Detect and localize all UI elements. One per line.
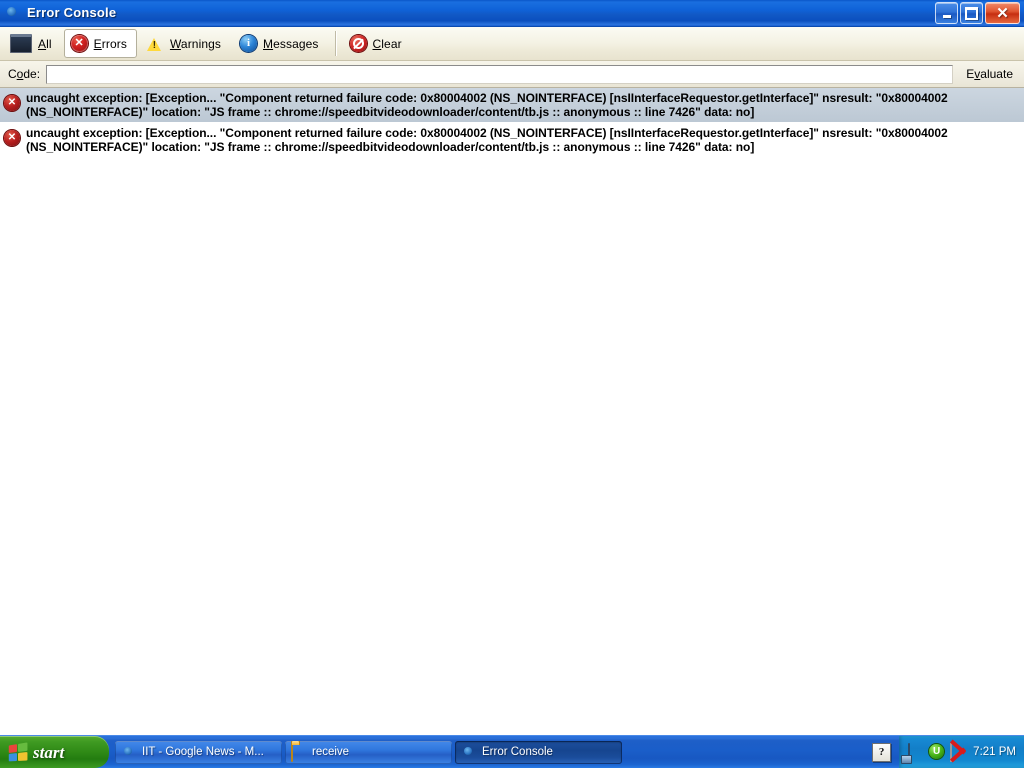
taskbar-clock[interactable]: 7:21 PM <box>971 746 1016 758</box>
toolbar-button-all[interactable]: All <box>3 29 62 58</box>
windows-taskbar: start IIT - Google News - M... receive E… <box>0 735 1024 768</box>
close-button[interactable]: ✕ <box>985 2 1020 24</box>
folder-icon <box>291 743 307 762</box>
message-list[interactable]: ✕ uncaught exception: [Exception... "Com… <box>0 88 1024 735</box>
taskbar-item-firefox-news[interactable]: IIT - Google News - M... <box>115 740 282 764</box>
firefox-icon <box>121 744 137 760</box>
firefox-icon <box>461 744 477 760</box>
message-text: uncaught exception: [Exception... "Compo… <box>26 126 948 154</box>
window-controls: ✕ <box>935 2 1022 24</box>
taskbar-item-error-console[interactable]: Error Console <box>455 740 622 764</box>
filter-toolbar: All ✕ Errors ! Warnings i Messages Clear <box>0 27 1024 61</box>
start-button[interactable]: start <box>0 736 109 768</box>
help-icon[interactable]: ? <box>872 742 892 762</box>
info-circle-icon: i <box>239 35 257 52</box>
kaspersky-antivirus-icon[interactable] <box>950 743 966 762</box>
toolbar-button-clear[interactable]: Clear <box>343 29 412 58</box>
message-text: uncaught exception: [Exception... "Compo… <box>26 91 948 119</box>
error-x-circle-icon: ✕ <box>4 95 20 111</box>
toolbar-label-warnings: Warnings <box>169 36 221 51</box>
minimize-button[interactable] <box>935 2 958 24</box>
toolbar-label-messages: Messages <box>262 36 319 51</box>
error-console-window: Error Console ✕ All ✕ Errors ! Warnings … <box>0 0 1024 768</box>
taskbar-item-label: receive <box>312 746 350 758</box>
message-row[interactable]: ✕ uncaught exception: [Exception... "Com… <box>0 123 1024 158</box>
console-window-icon <box>10 34 32 53</box>
warning-triangle-icon: ! <box>146 35 164 53</box>
taskbar-item-receive-folder[interactable]: receive <box>285 740 452 764</box>
no-entry-icon <box>349 35 367 52</box>
window-title: Error Console <box>27 5 117 20</box>
message-row[interactable]: ✕ uncaught exception: [Exception... "Com… <box>0 88 1024 123</box>
title-bar: Error Console ✕ <box>0 0 1024 27</box>
taskbar-buttons: IIT - Google News - M... receive Error C… <box>109 736 864 768</box>
toolbar-label-errors: Errors <box>93 36 127 51</box>
network-connection-icon[interactable] <box>908 743 924 762</box>
start-button-label: start <box>33 742 65 762</box>
error-x-circle-icon: ✕ <box>4 130 20 146</box>
taskbar-item-label: IIT - Google News - M... <box>142 746 264 758</box>
toolbar-separator <box>334 31 337 56</box>
code-bar: Code: Evaluate <box>0 61 1024 88</box>
system-tray: U 7:21 PM <box>899 736 1024 768</box>
restore-button[interactable] <box>960 2 983 24</box>
code-input[interactable] <box>46 64 954 84</box>
code-label: Code: <box>8 67 41 81</box>
toolbar-button-warnings[interactable]: ! Warnings <box>139 29 231 58</box>
evaluate-button[interactable]: Evaluate <box>959 64 1020 84</box>
firefox-icon <box>4 4 22 22</box>
taskbar-item-label: Error Console <box>482 746 553 758</box>
toolbar-label-clear: Clear <box>372 36 402 51</box>
error-x-circle-icon: ✕ <box>70 35 88 52</box>
toolbar-button-errors[interactable]: ✕ Errors <box>63 29 137 58</box>
toolbar-button-messages[interactable]: i Messages <box>233 29 329 58</box>
windows-flag-icon <box>8 741 28 761</box>
toolbar-label-all: All <box>38 36 52 51</box>
shield-update-icon[interactable]: U <box>929 744 945 760</box>
taskbar-help-area: ? <box>864 736 899 768</box>
